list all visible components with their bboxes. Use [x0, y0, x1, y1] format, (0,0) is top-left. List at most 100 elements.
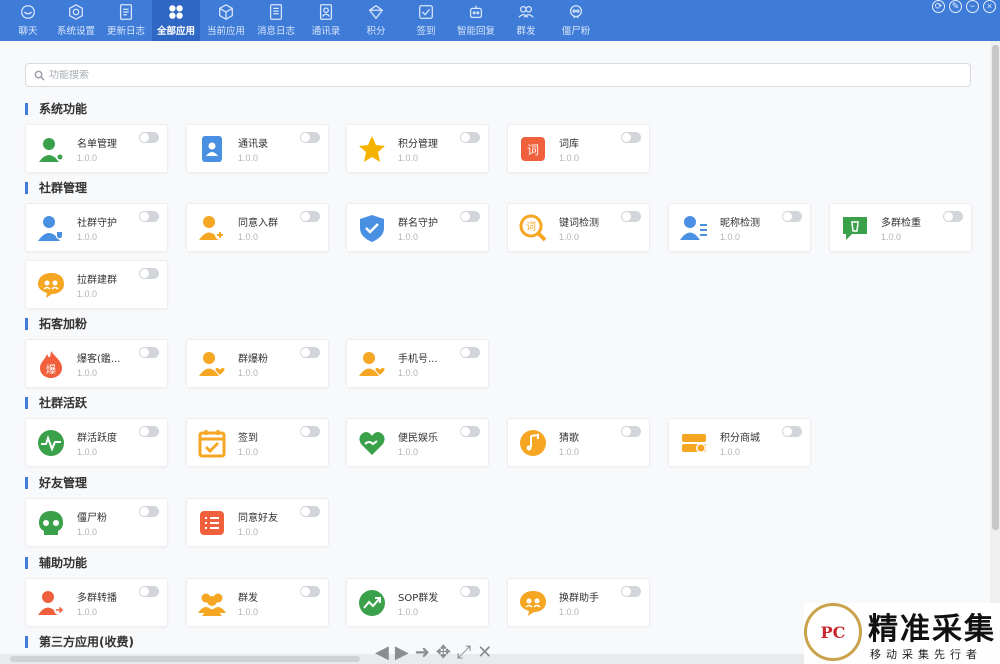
app-card[interactable]: 词 键词检测 1.0.0: [507, 203, 650, 252]
arrow-right-icon[interactable]: ➜: [415, 642, 430, 662]
points-icon: [368, 4, 384, 20]
broadcast-icon: [518, 5, 534, 18]
window-controls: ⟳ ✎ − ×: [932, 0, 996, 13]
enable-toggle[interactable]: [460, 347, 480, 358]
enable-toggle[interactable]: [300, 426, 320, 437]
app-card[interactable]: 多群转播 1.0.0: [25, 578, 168, 627]
app-card[interactable]: 群发 1.0.0: [186, 578, 329, 627]
close-x-icon[interactable]: ✕: [477, 642, 492, 662]
enable-toggle[interactable]: [300, 586, 320, 597]
app-card[interactable]: 同意入群 1.0.0: [186, 203, 329, 252]
app-card[interactable]: 手机号... 1.0.0: [346, 339, 489, 388]
app-name: 拉群建群: [77, 275, 117, 286]
skull-icon: [39, 511, 63, 535]
tab-label: 聊天: [18, 26, 38, 37]
app-version: 1.0.0: [238, 232, 259, 242]
enable-toggle[interactable]: [460, 132, 480, 143]
enable-toggle[interactable]: [300, 211, 320, 222]
app-name: 同意入群: [238, 218, 278, 229]
app-version: 1.0.0: [881, 232, 902, 242]
app-card[interactable]: 群活跃度 1.0.0: [25, 418, 168, 467]
app-card[interactable]: 群名守护 1.0.0: [346, 203, 489, 252]
tab-label: 通讯录: [311, 26, 341, 37]
enable-toggle[interactable]: [460, 586, 480, 597]
search-box[interactable]: [25, 63, 971, 87]
enable-toggle[interactable]: [621, 586, 641, 597]
watermark-logo: PC 精准采集 移动采集先行者: [804, 603, 1000, 664]
app-card[interactable]: 同意好友 1.0.0: [186, 498, 329, 547]
app-card[interactable]: 名单管理 1.0.0: [25, 124, 168, 173]
app-card[interactable]: 词 词库 1.0.0: [507, 124, 650, 173]
app-card[interactable]: 拉群建群 1.0.0: [25, 260, 168, 309]
enable-toggle[interactable]: [621, 426, 641, 437]
app-version: 1.0.0: [238, 447, 259, 457]
app-card[interactable]: SOP群发 1.0.0: [346, 578, 489, 627]
enable-toggle[interactable]: [621, 211, 641, 222]
enable-toggle[interactable]: [782, 211, 802, 222]
app-card[interactable]: 昵称检测 1.0.0: [668, 203, 811, 252]
app-card[interactable]: 猜歌 1.0.0: [507, 418, 650, 467]
app-version: 1.0.0: [77, 607, 98, 617]
minimize-icon[interactable]: −: [966, 0, 979, 13]
section-title: 社群活跃: [25, 395, 87, 411]
vertical-scroll-thumb[interactable]: [992, 45, 999, 530]
tab-current-apps[interactable]: 当前应用: [202, 0, 250, 41]
app-card[interactable]: 积分商城 1.0.0: [668, 418, 811, 467]
app-card[interactable]: 通讯录 1.0.0: [186, 124, 329, 173]
tab-message-log[interactable]: 消息日志: [252, 0, 300, 41]
enable-toggle[interactable]: [139, 268, 159, 279]
enable-toggle[interactable]: [782, 426, 802, 437]
search-input[interactable]: [49, 69, 929, 81]
enable-toggle[interactable]: [460, 426, 480, 437]
tab-all-apps[interactable]: 全部应用: [152, 0, 200, 41]
close-icon[interactable]: ×: [983, 0, 996, 13]
play-icon[interactable]: ▶: [395, 642, 409, 662]
app-card[interactable]: 爆 爆客(鑑... 1.0.0: [25, 339, 168, 388]
arrow-left-icon[interactable]: ◀: [375, 642, 389, 662]
app-card[interactable]: 积分管理 1.0.0: [346, 124, 489, 173]
tab-system-settings[interactable]: 系统设置: [52, 0, 100, 41]
enable-toggle[interactable]: [300, 347, 320, 358]
tab-label: 系统设置: [56, 26, 95, 37]
enable-toggle[interactable]: [943, 211, 963, 222]
tab-points[interactable]: 积分: [352, 0, 400, 41]
tab-broadcast[interactable]: 群发: [502, 0, 550, 41]
enable-toggle[interactable]: [139, 347, 159, 358]
app-card[interactable]: 便民娱乐 1.0.0: [346, 418, 489, 467]
tab-chat[interactable]: 聊天: [6, 0, 50, 41]
pin-icon[interactable]: ✎: [949, 0, 962, 13]
user-list-check-icon: [680, 216, 707, 240]
enable-toggle[interactable]: [139, 586, 159, 597]
tab-update-log[interactable]: 更新日志: [102, 0, 150, 41]
user-heart-icon: [199, 352, 226, 376]
app-version: 1.0.0: [77, 289, 98, 299]
enable-toggle[interactable]: [300, 506, 320, 517]
trend-up-icon: [359, 590, 385, 616]
tab-label: 更新日志: [106, 26, 145, 37]
horizontal-scroll-thumb[interactable]: [10, 656, 360, 662]
enable-toggle[interactable]: [460, 211, 480, 222]
enable-toggle[interactable]: [139, 426, 159, 437]
app-card[interactable]: 多群检重 1.0.0: [829, 203, 972, 252]
app-card[interactable]: 群爆粉 1.0.0: [186, 339, 329, 388]
user-heart-icon: [359, 352, 386, 376]
app-card[interactable]: 僵尸粉 1.0.0: [25, 498, 168, 547]
app-card[interactable]: 社群守护 1.0.0: [25, 203, 168, 252]
enable-toggle[interactable]: [300, 132, 320, 143]
app-name: 换群助手: [559, 593, 599, 604]
app-version: 1.0.0: [238, 607, 259, 617]
enable-toggle[interactable]: [139, 132, 159, 143]
move-icon[interactable]: ✥: [436, 642, 451, 662]
enable-toggle[interactable]: [139, 211, 159, 222]
tab-contacts[interactable]: 通讯录: [302, 0, 350, 41]
tab-checkin[interactable]: 签到: [402, 0, 450, 41]
app-card[interactable]: 签到 1.0.0: [186, 418, 329, 467]
expand-icon[interactable]: ⤢: [457, 642, 471, 662]
tab-smart-reply[interactable]: 智能回复: [452, 0, 500, 41]
tab-zombie-fans[interactable]: 僵尸粉: [552, 0, 600, 41]
enable-toggle[interactable]: [139, 506, 159, 517]
enable-toggle[interactable]: [621, 132, 641, 143]
refresh-icon[interactable]: ⟳: [932, 0, 945, 13]
keyword-search-icon: 词: [519, 214, 547, 242]
app-card[interactable]: 换群助手 1.0.0: [507, 578, 650, 627]
